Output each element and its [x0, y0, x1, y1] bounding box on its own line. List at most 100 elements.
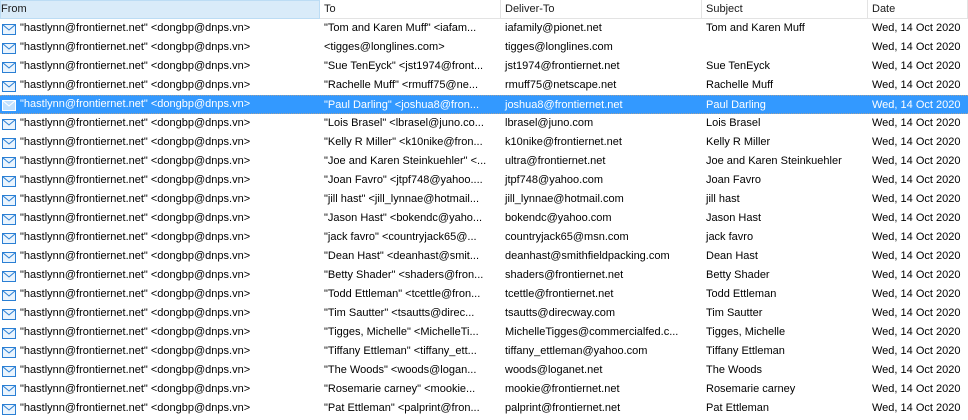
cell-to: "Rachelle Muff" <rmuff75@ne... [324, 79, 479, 91]
message-rows: "hastlynn@frontiernet.net" <dongbp@dnps.… [0, 19, 968, 420]
from-text: "hastlynn@frontiernet.net" <dongbp@dnps.… [20, 98, 251, 110]
cell-to: <tigges@longlines.com> [324, 41, 445, 53]
cell-to: "Joe and Karen Steinkuehler" <... [324, 155, 487, 167]
cell-from: "hastlynn@frontiernet.net" <dongbp@dnps.… [0, 38, 320, 57]
cell-from: "hastlynn@frontiernet.net" <dongbp@dnps.… [0, 133, 320, 152]
cell-date: Wed, 14 Oct 2020 [872, 136, 961, 148]
from-text: "hastlynn@frontiernet.net" <dongbp@dnps.… [20, 174, 251, 186]
cell-from: "hastlynn@frontiernet.net" <dongbp@dnps.… [0, 209, 320, 228]
envelope-icon [2, 194, 16, 206]
cell-subject: Betty Shader [706, 269, 770, 281]
table-row[interactable]: "hastlynn@frontiernet.net" <dongbp@dnps.… [0, 266, 968, 285]
cell-subject: Paul Darling [706, 99, 766, 111]
cell-to: "Lois Brasel" <lbrasel@juno.co... [324, 117, 484, 129]
table-row[interactable]: "hastlynn@frontiernet.net" <dongbp@dnps.… [0, 19, 968, 38]
table-row[interactable]: "hastlynn@frontiernet.net" <dongbp@dnps.… [0, 380, 968, 399]
cell-to: "Joan Favro" <jtpf748@yahoo.... [324, 174, 483, 186]
from-text: "hastlynn@frontiernet.net" <dongbp@dnps.… [20, 402, 251, 414]
cell-to: "Tim Sautter" <tsautts@direc... [324, 307, 475, 319]
cell-subject: jack favro [706, 231, 754, 243]
cell-to: "Sue TenEyck" <jst1974@front... [324, 60, 484, 72]
cell-from: "hastlynn@frontiernet.net" <dongbp@dnps.… [0, 380, 320, 399]
cell-date: Wed, 14 Oct 2020 [872, 269, 961, 281]
cell-subject: Lois Brasel [706, 117, 761, 129]
message-list: From To Deliver-To Subject Date "hastlyn… [0, 0, 968, 420]
cell-deliver-to: jill_lynnae@hotmail.com [505, 193, 624, 205]
cell-deliver-to: iafamily@pionet.net [505, 22, 602, 34]
cell-deliver-to: bokendc@yahoo.com [505, 212, 612, 224]
table-row[interactable]: "hastlynn@frontiernet.net" <dongbp@dnps.… [0, 228, 968, 247]
envelope-icon [2, 23, 16, 35]
envelope-icon [2, 308, 16, 320]
envelope-icon [2, 327, 16, 339]
table-row[interactable]: "hastlynn@frontiernet.net" <dongbp@dnps.… [0, 38, 968, 57]
table-row[interactable]: "hastlynn@frontiernet.net" <dongbp@dnps.… [0, 304, 968, 323]
table-row[interactable]: "hastlynn@frontiernet.net" <dongbp@dnps.… [0, 247, 968, 266]
column-header-from[interactable]: From [0, 0, 320, 19]
cell-subject: Tigges, Michelle [706, 326, 786, 338]
table-row[interactable]: "hastlynn@frontiernet.net" <dongbp@dnps.… [0, 171, 968, 190]
from-text: "hastlynn@frontiernet.net" <dongbp@dnps.… [20, 212, 251, 224]
cell-subject: Todd Ettleman [706, 288, 777, 300]
cell-date: Wed, 14 Oct 2020 [872, 364, 961, 376]
column-header-deliver-to[interactable]: Deliver-To [501, 0, 702, 19]
from-text: "hastlynn@frontiernet.net" <dongbp@dnps.… [20, 193, 251, 205]
table-row[interactable]: "hastlynn@frontiernet.net" <dongbp@dnps.… [0, 399, 968, 418]
cell-subject [702, 38, 868, 57]
cell-subject: Dean Hast [706, 250, 758, 262]
cell-subject: Rosemarie carney [706, 383, 796, 395]
table-row[interactable]: "hastlynn@frontiernet.net" <dongbp@dnps.… [0, 133, 968, 152]
envelope-icon [2, 80, 16, 92]
envelope-icon [2, 42, 16, 54]
cell-subject: Kelly R Miller [706, 136, 771, 148]
table-row[interactable]: "hastlynn@frontiernet.net" <dongbp@dnps.… [0, 57, 968, 76]
envelope-icon [2, 403, 16, 415]
cell-deliver-to: tsautts@direcway.com [505, 307, 615, 319]
from-text: "hastlynn@frontiernet.net" <dongbp@dnps.… [20, 364, 251, 376]
cell-to: "Tigges, Michelle" <MichelleTi... [324, 326, 479, 338]
cell-subject: Tiffany Ettleman [706, 345, 785, 357]
cell-subject: Rachelle Muff [706, 79, 774, 91]
cell-date: Wed, 14 Oct 2020 [872, 155, 961, 167]
cell-date: Wed, 14 Oct 2020 [872, 174, 961, 186]
table-row[interactable]: "hastlynn@frontiernet.net" <dongbp@dnps.… [0, 323, 968, 342]
table-row[interactable]: "hastlynn@frontiernet.net" <dongbp@dnps.… [0, 361, 968, 380]
cell-deliver-to: woods@loganet.net [505, 364, 603, 376]
column-header-date[interactable]: Date [868, 0, 968, 19]
cell-date: Wed, 14 Oct 2020 [872, 402, 961, 414]
table-row[interactable]: "hastlynn@frontiernet.net" <dongbp@dnps.… [0, 342, 968, 361]
from-text: "hastlynn@frontiernet.net" <dongbp@dnps.… [20, 345, 251, 357]
cell-from: "hastlynn@frontiernet.net" <dongbp@dnps.… [0, 399, 320, 418]
cell-deliver-to: ultra@frontiernet.net [505, 155, 606, 167]
cell-from: "hastlynn@frontiernet.net" <dongbp@dnps.… [0, 114, 320, 133]
table-row[interactable]: "hastlynn@frontiernet.net" <dongbp@dnps.… [0, 76, 968, 95]
envelope-icon [2, 365, 16, 377]
table-row[interactable]: "hastlynn@frontiernet.net" <dongbp@dnps.… [0, 209, 968, 228]
cell-to: "Kelly R Miller" <k10nike@fron... [324, 136, 483, 148]
cell-date: Wed, 14 Oct 2020 [872, 326, 961, 338]
cell-subject: Pat Ettleman [706, 402, 769, 414]
from-text: "hastlynn@frontiernet.net" <dongbp@dnps.… [20, 117, 251, 129]
from-text: "hastlynn@frontiernet.net" <dongbp@dnps.… [20, 383, 251, 395]
cell-from: "hastlynn@frontiernet.net" <dongbp@dnps.… [0, 171, 320, 190]
envelope-icon [2, 99, 16, 111]
table-row[interactable]: "hastlynn@frontiernet.net" <dongbp@dnps.… [0, 95, 968, 114]
column-header-subject[interactable]: Subject [702, 0, 868, 19]
from-text: "hastlynn@frontiernet.net" <dongbp@dnps.… [20, 269, 251, 281]
cell-to: "jill hast" <jill_lynnae@hotmail... [324, 193, 480, 205]
table-row[interactable]: "hastlynn@frontiernet.net" <dongbp@dnps.… [0, 152, 968, 171]
cell-from: "hastlynn@frontiernet.net" <dongbp@dnps.… [0, 266, 320, 285]
column-header-to[interactable]: To [320, 0, 501, 19]
from-text: "hastlynn@frontiernet.net" <dongbp@dnps.… [20, 231, 251, 243]
cell-subject: Joan Favro [706, 174, 762, 186]
cell-deliver-to: lbrasel@juno.com [505, 117, 594, 129]
table-row[interactable]: "hastlynn@frontiernet.net" <dongbp@dnps.… [0, 114, 968, 133]
cell-deliver-to: mookie@frontiernet.net [505, 383, 620, 395]
cell-deliver-to: k10nike@frontiernet.net [505, 136, 622, 148]
envelope-icon [2, 384, 16, 396]
cell-from: "hastlynn@frontiernet.net" <dongbp@dnps.… [0, 361, 320, 380]
table-row[interactable]: "hastlynn@frontiernet.net" <dongbp@dnps.… [0, 285, 968, 304]
cell-to: "Paul Darling" <joshua8@fron... [324, 99, 480, 111]
cell-date: Wed, 14 Oct 2020 [872, 79, 961, 91]
table-row[interactable]: "hastlynn@frontiernet.net" <dongbp@dnps.… [0, 190, 968, 209]
